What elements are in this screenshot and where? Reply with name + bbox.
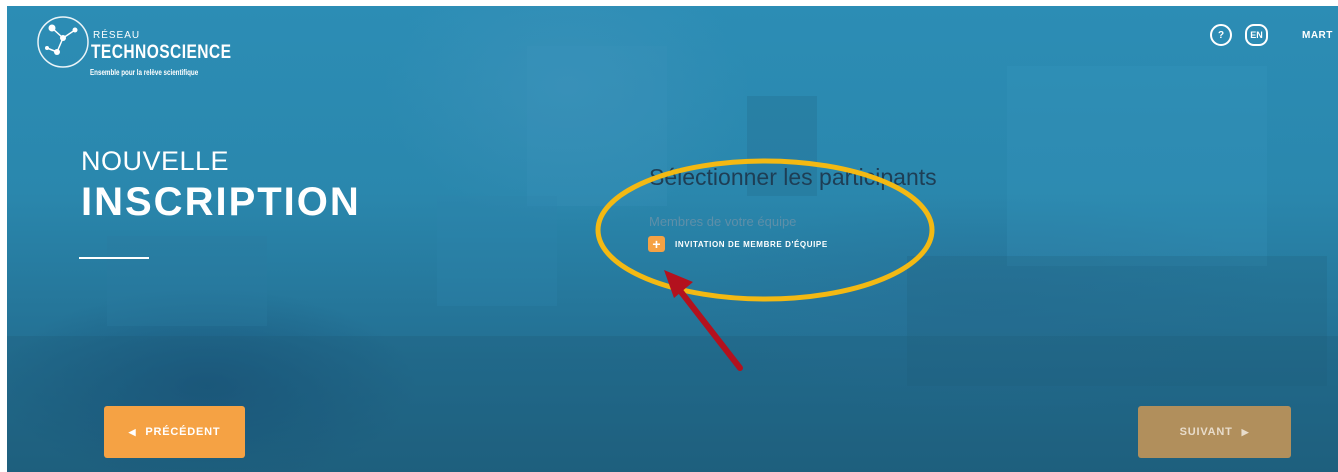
reseau-technoscience-logo[interactable]: RÉSEAU TECHNOSCIENCE Ensemble pour la re…: [35, 8, 231, 84]
next-button-label: SUIVANT: [1179, 426, 1233, 438]
help-button[interactable]: ?: [1210, 24, 1232, 46]
triangle-left-icon: ◀: [128, 426, 137, 437]
triangle-right-icon: ▶: [1241, 426, 1250, 437]
plus-icon: +: [648, 236, 665, 252]
molecule-logo-icon: [37, 16, 89, 68]
registration-page: RÉSEAU TECHNOSCIENCE Ensemble pour la re…: [7, 6, 1338, 472]
language-toggle-button[interactable]: EN: [1245, 24, 1268, 46]
previous-button[interactable]: ◀ PRÉCÉDENT: [104, 406, 245, 458]
invite-team-member-button[interactable]: + INVITATION DE MEMBRE D'ÉQUIPE: [648, 236, 828, 252]
user-menu[interactable]: MART: [1302, 30, 1333, 41]
previous-button-label: PRÉCÉDENT: [145, 426, 221, 438]
section-title: Sélectionner les participants: [649, 164, 937, 190]
logo-name: TECHNOSCIENCE: [91, 42, 232, 63]
invite-team-member-label: INVITATION DE MEMBRE D'ÉQUIPE: [675, 239, 828, 249]
page-title-line2: INSCRIPTION: [81, 180, 361, 224]
page-title-line1: NOUVELLE: [81, 146, 230, 176]
logo-supertitle: RÉSEAU: [93, 30, 141, 41]
logo-tagline: Ensemble pour la relève scientifique: [90, 68, 199, 77]
team-members-label: Membres de votre équipe: [649, 214, 797, 229]
next-button[interactable]: SUIVANT ▶: [1138, 406, 1291, 458]
title-divider: [79, 257, 149, 259]
